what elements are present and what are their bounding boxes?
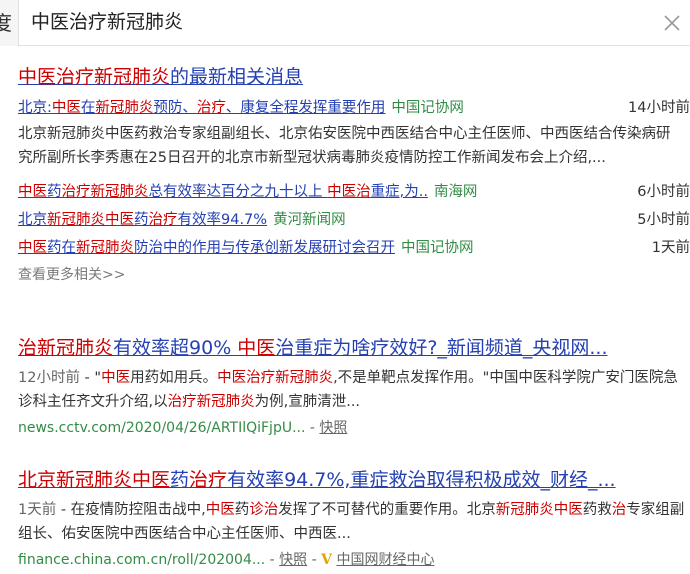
result-url[interactable]: finance.china.com.cn/roll/202004... bbox=[18, 552, 265, 568]
source-entity-link[interactable]: 中国网财经中心 bbox=[336, 552, 434, 568]
result-abstract: 12小时前 - "中医用药如用兵。中医治疗新冠肺炎,不是单靶点发挥作用。"中国中… bbox=[18, 370, 678, 410]
result-title-link[interactable]: 治新冠肺炎有效率超90% 中医治重症为啥疗效好?_新闻频道_央视网... bbox=[18, 334, 690, 362]
news-block: 中医治疗新冠肺炎的最新相关消息 北京:中医在新冠肺炎预防、治疗、康复全程发挥重要… bbox=[18, 64, 690, 288]
news-abstract: 北京新冠肺炎中医药救治专家组副组长、北京佑安医院中西医结合中心主任医师、中西医结… bbox=[18, 126, 671, 166]
news-source: 中国记协网 bbox=[401, 240, 474, 256]
news-item-top: 北京:中医在新冠肺炎预防、治疗、康复全程发挥重要作用 中国记协网 14小时前 bbox=[18, 94, 690, 122]
search-button[interactable]: 度 bbox=[0, 0, 18, 46]
news-source: 黄河新闻网 bbox=[273, 212, 346, 228]
news-item-link[interactable]: 北京新冠肺炎中医药治疗有效率94.7% bbox=[18, 212, 267, 228]
search-result-2: 北京新冠肺炎中医药治疗有效率94.7%,重症救治取得积极成效_财经_... 1天… bbox=[18, 466, 690, 572]
snapshot-link[interactable]: 快照 bbox=[279, 552, 307, 568]
news-time: 5小时前 bbox=[637, 212, 690, 228]
news-time: 1天前 bbox=[651, 240, 690, 256]
result-url-line: finance.china.com.cn/roll/202004... - 快照… bbox=[18, 552, 435, 568]
more-news-link[interactable]: 查看更多相关>> bbox=[18, 267, 125, 283]
result-url-line: news.cctv.com/2020/04/26/ARTIlQiFjpU... … bbox=[18, 420, 348, 436]
clear-icon[interactable] bbox=[662, 13, 682, 33]
search-result-1: 治新冠肺炎有效率超90% 中医治重症为啥疗效好?_新闻频道_央视网... 12小… bbox=[18, 334, 690, 440]
search-input[interactable] bbox=[31, 0, 631, 45]
news-source: 中国记协网 bbox=[391, 100, 464, 116]
news-item-link[interactable]: 中医药治疗新冠肺炎总有效率达百分之九十以上 中医治重症,为.. bbox=[18, 184, 428, 200]
news-block-title[interactable]: 中医治疗新冠肺炎的最新相关消息 bbox=[18, 64, 690, 90]
search-box[interactable] bbox=[18, 0, 690, 46]
news-source: 南海网 bbox=[433, 184, 478, 200]
result-title-link[interactable]: 北京新冠肺炎中医药治疗有效率94.7%,重症救治取得积极成效_财经_... bbox=[18, 466, 690, 494]
news-item-top-link[interactable]: 北京:中医在新冠肺炎预防、治疗、康复全程发挥重要作用 bbox=[18, 100, 385, 116]
news-time: 6小时前 bbox=[637, 184, 690, 200]
search-bar: 度 bbox=[0, 0, 690, 46]
search-results-page: 度 中医治疗新冠肺炎的最新相关消息 北京:中医在新冠肺炎预防、治疗、康复全程发挥… bbox=[0, 0, 690, 574]
snapshot-link[interactable]: 快照 bbox=[319, 420, 347, 436]
news-item-1: 中医药治疗新冠肺炎总有效率达百分之九十以上 中医治重症,为.. 南海网 6小时前 bbox=[18, 178, 690, 206]
result-abstract: 1天前 - 在疫情防控阻击战中,中医药诊治发挥了不可替代的重要作用。北京新冠肺炎… bbox=[18, 502, 685, 542]
news-item-2: 北京新冠肺炎中医药治疗有效率94.7% 黄河新闻网 5小时前 bbox=[18, 206, 690, 234]
verified-v-icon: V bbox=[321, 552, 332, 568]
news-item-3: 中医药在新冠肺炎防治中的作用与传承创新发展研讨会召开 中国记协网 1天前 bbox=[18, 234, 690, 262]
result-url[interactable]: news.cctv.com/2020/04/26/ARTIlQiFjpU... bbox=[18, 420, 305, 436]
news-time: 14小时前 bbox=[628, 100, 690, 116]
news-item-link[interactable]: 中医药在新冠肺炎防治中的作用与传承创新发展研讨会召开 bbox=[18, 240, 395, 256]
